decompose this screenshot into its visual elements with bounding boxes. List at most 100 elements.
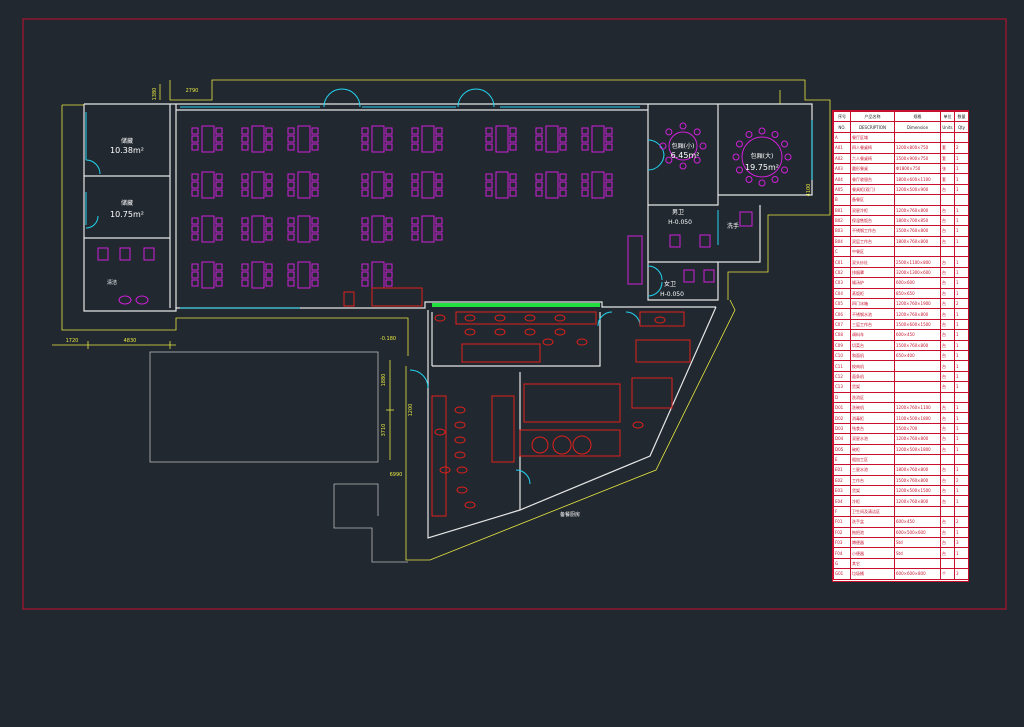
legend-cell — [954, 391, 968, 403]
legend-cell: C07 — [833, 318, 851, 331]
legend-cell — [940, 194, 955, 206]
legend-row: E02 工作台 1500×760×800 台 2 — [833, 474, 968, 487]
legend-cell: 台 — [940, 204, 955, 216]
legend-cell — [954, 557, 968, 570]
legend-cell — [894, 131, 941, 144]
legend-cell: 台 — [940, 381, 955, 393]
chair — [745, 176, 753, 184]
legend-cell: 台 — [940, 526, 955, 539]
legend-row: A01 四人餐桌椅 1200×800×750 套 2 — [833, 142, 968, 154]
legend-cell — [894, 453, 941, 466]
legend-cell: E01 — [833, 464, 851, 476]
table-set — [287, 171, 319, 199]
dim-3: 1720 — [66, 338, 79, 344]
legend-h-no-en: NO. — [833, 121, 851, 133]
legend-cell: 四人餐桌椅 — [850, 142, 895, 154]
legend-cell: C05 — [833, 298, 851, 310]
storage-b-name: 储藏 — [121, 199, 133, 207]
legend-cell — [894, 194, 941, 206]
dim-4: 4830 — [124, 338, 137, 344]
table-set — [485, 125, 517, 153]
equipment-item — [454, 451, 466, 459]
legend-cell: 1 — [954, 495, 968, 507]
legend-cell: 保温售饭台 — [850, 214, 895, 227]
legend-cell: 600×450 — [894, 329, 941, 341]
legend-cell: 1 — [954, 266, 968, 279]
table-set — [241, 215, 273, 243]
legend-cell: 洗碗机 — [850, 401, 895, 414]
equipment-item — [654, 316, 666, 324]
legend-cell: 2 — [954, 516, 968, 528]
toilet-m-name: 男卫 — [672, 209, 684, 216]
legend-cell: 套 — [940, 152, 955, 164]
legend-cell: 2500×1100×800 — [894, 256, 941, 268]
chair — [693, 128, 701, 136]
equipment-item — [456, 466, 468, 474]
legend-cell: 600×500×600 — [894, 526, 941, 539]
legend-cell: 1 — [954, 360, 968, 372]
table-set — [287, 125, 319, 153]
legend-cell: 1 — [954, 162, 968, 175]
legend-cell: 1200×760×800 — [894, 433, 941, 445]
legend-cell: 台 — [940, 277, 955, 289]
private-large-name: 包厢(大) — [751, 152, 774, 160]
toilet-m-level: H-0.050 — [668, 219, 692, 226]
legend-cell: 1 — [954, 412, 968, 424]
table-set — [361, 215, 393, 243]
legend-cell: 三星水池 — [850, 464, 895, 476]
table-set — [287, 261, 319, 289]
equipment-item — [439, 466, 451, 474]
legend-row: C05 四门冰箱 1200×760×1900 台 2 — [833, 298, 968, 310]
legend-header-en: NO. DESCRIPTION Dimension Units Qty — [833, 121, 968, 133]
legend-h-dim-en: Dimension — [894, 121, 941, 133]
legend-cell: C13 — [833, 381, 851, 393]
storage-a-area: 10.38m² — [110, 146, 144, 155]
legend-cell: 1 — [954, 308, 968, 320]
dim-7: 1200 — [408, 404, 414, 417]
legend-cell: 垃圾桶 — [850, 568, 895, 580]
table-set — [191, 261, 223, 289]
legend-cell: 1 — [954, 256, 968, 268]
kitchen-label: 备餐厨房 — [560, 511, 580, 518]
legend-cell: A05 — [833, 183, 851, 196]
legend-cell: 台 — [940, 412, 955, 424]
legend-cell — [894, 557, 941, 570]
legend-cell: 1 — [954, 235, 968, 248]
equipment-item — [524, 328, 536, 336]
equipment-item — [494, 314, 506, 322]
legend-cell — [954, 194, 968, 206]
equipment-item — [576, 338, 588, 346]
legend-cell: D02 — [833, 412, 851, 424]
legend-cell: 1 — [954, 547, 968, 559]
legend-row: C04 蒸饭柜 850×650 台 1 — [833, 287, 968, 300]
wash-name: 洗手 — [727, 222, 739, 230]
legend-cell: 切菜台 — [850, 339, 895, 352]
legend-row: C09 切菜台 1500×760×800 台 1 — [833, 339, 968, 352]
table-set — [411, 215, 443, 243]
legend-cell: 拖把池 — [850, 526, 895, 539]
legend-cell: C10 — [833, 349, 851, 362]
legend-cell: 餐具柜(双门) — [850, 183, 895, 196]
legend-cell: 1 — [954, 464, 968, 476]
legend-cell: 餐厅收银台 — [850, 173, 895, 185]
legend-cell: 1200×760×1100 — [894, 401, 941, 414]
legend-cell: 其它 — [850, 557, 895, 570]
legend-cell: 货架 — [850, 485, 895, 497]
chair — [758, 127, 766, 135]
legend-section-row: A 餐厅区域 — [833, 131, 968, 144]
legend-row: C10 和面机 650×400 台 1 — [833, 349, 968, 362]
legend-cell: 1100×500×1800 — [894, 412, 941, 424]
table-set — [241, 171, 273, 199]
legend-row: C08 调料车 600×450 台 1 — [833, 329, 968, 341]
legend-cell: 中餐区 — [850, 246, 895, 258]
legend-cell: 蹲便器 — [850, 536, 895, 549]
legend-cell: 消毒柜 — [850, 412, 895, 424]
dining-tables — [191, 125, 613, 289]
legend-cell: 3200×1300×600 — [894, 266, 941, 279]
legend-cell: 台 — [940, 298, 955, 310]
equipment-item — [464, 501, 476, 509]
legend-cell: D — [833, 391, 851, 403]
legend-cell: C12 — [833, 370, 851, 383]
legend-header-cn: 序号 产品名称 规格 单位 数量 — [833, 111, 968, 123]
legend-cell: 1 — [954, 401, 968, 414]
